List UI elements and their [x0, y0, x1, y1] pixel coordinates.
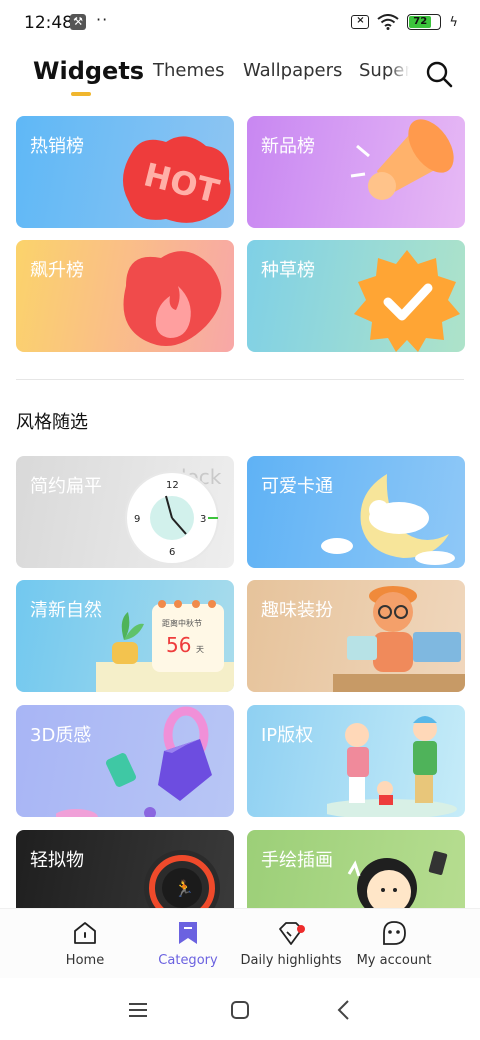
- bottom-nav: Home Category Daily highlights My accoun…: [0, 908, 480, 978]
- status-bar: 12:48 ⚒ ·· × 72 ϟ: [0, 0, 480, 46]
- wrench-icon: ⚒: [70, 14, 86, 30]
- active-tab-indicator: [71, 92, 91, 96]
- top-tabs: Widgets Themes Wallpapers Super: [0, 50, 480, 102]
- search-icon[interactable]: [424, 59, 454, 89]
- fitness-ring-illustration: 🏃: [144, 850, 220, 910]
- back-icon[interactable]: [332, 998, 356, 1022]
- home-button-icon[interactable]: [228, 998, 252, 1022]
- cartoon-family-illustration: [327, 716, 457, 817]
- selfie-girl-illustration: [347, 851, 448, 910]
- style-card-handdrawn[interactable]: 手绘插画: [247, 830, 465, 910]
- calendar-number: 56: [166, 633, 191, 657]
- card-label: 3D质感: [30, 725, 92, 746]
- card-label: 飙升榜: [30, 260, 84, 281]
- menu-icon[interactable]: [126, 998, 150, 1022]
- clock-number: 3: [200, 514, 206, 525]
- nav-label: My account: [356, 953, 432, 968]
- check-badge-illustration: [354, 250, 460, 352]
- recommend-list-card[interactable]: 种草榜: [247, 240, 465, 352]
- calendar-caption: 距离中秋节: [162, 618, 202, 628]
- nav-label: Daily highlights: [240, 953, 342, 968]
- card-label: 轻拟物: [30, 850, 84, 871]
- clock-number: 12: [166, 480, 179, 491]
- section-divider: [16, 379, 464, 380]
- clock-number: 6: [169, 547, 175, 558]
- rising-list-card[interactable]: 飙升榜: [16, 240, 234, 352]
- diamond-icon: [279, 922, 303, 945]
- tab-themes[interactable]: Themes: [153, 60, 224, 81]
- charging-icon: ϟ: [449, 14, 458, 30]
- status-time: 12:48: [24, 13, 73, 33]
- calendar-plant-illustration: 距离中秋节 56 天: [96, 600, 234, 692]
- battery-icon: 72: [407, 14, 442, 30]
- style-card-skeuo[interactable]: 🏃 轻拟物: [16, 830, 234, 910]
- megaphone-illustration: [350, 119, 454, 200]
- wifi-icon: [377, 14, 400, 30]
- card-label: 可爱卡通: [261, 476, 333, 497]
- style-card-flat[interactable]: clock 12 3 6 9 简约扁平: [16, 456, 234, 568]
- tab-widgets[interactable]: Widgets: [33, 57, 144, 85]
- card-label: 清新自然: [30, 600, 102, 621]
- bookmark-icon: [179, 922, 197, 944]
- calendar-unit: 天: [196, 645, 204, 654]
- flame-heart-illustration: [123, 251, 222, 346]
- card-label: IP版权: [261, 725, 314, 746]
- status-icons: × 72 ϟ: [351, 14, 458, 30]
- card-label: 趣味装扮: [261, 600, 333, 621]
- moon-cartoon-illustration: [321, 474, 455, 565]
- home-icon: [74, 922, 96, 944]
- clock-illustration: clock 12 3 6 9: [125, 465, 222, 565]
- notification-badge: [297, 925, 305, 933]
- clock-number: 9: [134, 514, 140, 525]
- card-label: 手绘插画: [261, 850, 333, 871]
- nav-daily-highlights[interactable]: Daily highlights: [236, 919, 346, 968]
- hot-list-card[interactable]: HOT 热销榜: [16, 116, 234, 228]
- tab-super[interactable]: Super: [359, 60, 409, 81]
- nav-home[interactable]: Home: [30, 919, 140, 968]
- svg-text:🏃: 🏃: [174, 879, 194, 898]
- card-label: 简约扁平: [30, 476, 102, 497]
- battery-level: 72: [409, 16, 432, 28]
- style-card-cute[interactable]: 可爱卡通: [247, 456, 465, 568]
- card-label: 新品榜: [261, 136, 315, 157]
- status-dots: ··: [96, 10, 109, 29]
- nav-my-account[interactable]: My account: [339, 919, 449, 968]
- card-label: 热销榜: [30, 136, 84, 157]
- style-card-3d[interactable]: 3D质感: [16, 705, 234, 817]
- nav-label: Home: [65, 953, 105, 968]
- hot-illustration: HOT: [122, 136, 231, 223]
- style-card-dressup[interactable]: 趣味装扮: [247, 580, 465, 692]
- smiley-icon: [383, 921, 406, 945]
- system-nav-bar: [0, 980, 480, 1040]
- desk-character-illustration: [333, 586, 465, 692]
- card-label: 种草榜: [261, 260, 315, 281]
- nav-label: Category: [158, 953, 218, 968]
- no-sim-icon: ×: [351, 15, 370, 29]
- section-title: 风格随选: [16, 412, 88, 433]
- new-list-card[interactable]: 新品榜: [247, 116, 465, 228]
- tab-wallpapers[interactable]: Wallpapers: [243, 60, 342, 81]
- nav-category[interactable]: Category: [133, 919, 243, 968]
- style-card-fresh[interactable]: 距离中秋节 56 天 清新自然: [16, 580, 234, 692]
- style-card-ip[interactable]: IP版权: [247, 705, 465, 817]
